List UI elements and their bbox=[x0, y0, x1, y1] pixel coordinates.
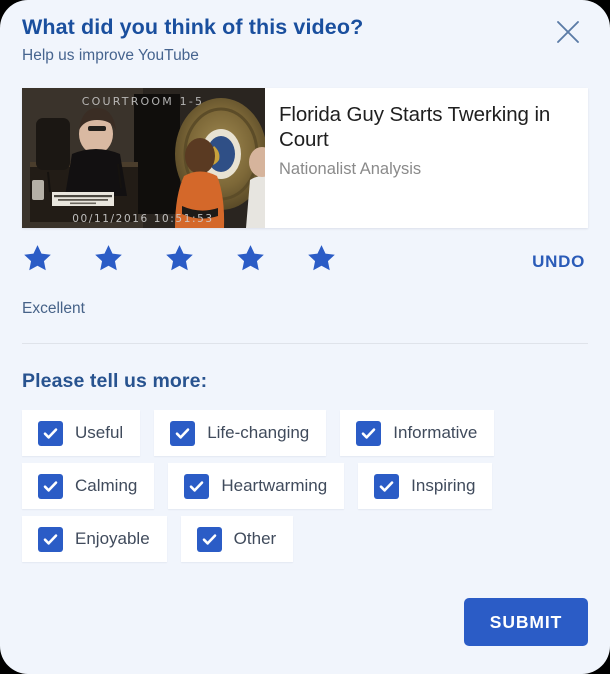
dialog-title: What did you think of this video? bbox=[22, 15, 364, 39]
checkbox-checked-icon[interactable] bbox=[38, 420, 63, 446]
submit-button[interactable]: SUBMIT bbox=[464, 598, 588, 646]
feedback-option-chip[interactable]: Inspiring bbox=[358, 463, 493, 509]
feedback-option-chip[interactable]: Useful bbox=[22, 410, 141, 456]
star-icon[interactable] bbox=[306, 243, 337, 274]
star-icon[interactable] bbox=[93, 243, 124, 274]
checkbox-checked-icon[interactable] bbox=[374, 473, 400, 499]
section-divider bbox=[22, 343, 588, 344]
tell-us-more-heading: Please tell us more: bbox=[22, 370, 208, 392]
star-icon[interactable] bbox=[235, 243, 266, 274]
rating-row: UNDO bbox=[22, 243, 588, 289]
feedback-option-chip[interactable]: Informative bbox=[340, 410, 495, 456]
feedback-option-grid: Useful Life-changing Informative Calming Hea… bbox=[22, 410, 588, 562]
undo-button[interactable]: UNDO bbox=[530, 248, 587, 276]
video-preview-card: COURTROOM 1-5 00/11/2016 10:51:53 Florid… bbox=[22, 88, 588, 228]
checkbox-checked-icon[interactable] bbox=[38, 526, 63, 552]
star-icon[interactable] bbox=[164, 243, 195, 274]
checkbox-checked-icon[interactable] bbox=[184, 473, 210, 499]
feedback-option-chip[interactable]: Heartwarming bbox=[168, 463, 345, 509]
video-thumbnail: COURTROOM 1-5 00/11/2016 10:51:53 bbox=[22, 88, 265, 228]
star-icon[interactable] bbox=[22, 243, 53, 274]
video-title: Florida Guy Starts Twerking in Court bbox=[279, 103, 551, 152]
feedback-option-label: Life-changing bbox=[207, 423, 310, 442]
close-icon[interactable] bbox=[546, 10, 590, 54]
svg-text:COURTROOM 1-5: COURTROOM 1-5 bbox=[82, 95, 204, 108]
feedback-option-label: Inspiring bbox=[411, 476, 476, 495]
feedback-option-label: Useful bbox=[75, 423, 124, 442]
checkbox-checked-icon[interactable] bbox=[196, 526, 222, 552]
video-meta: Florida Guy Starts Twerking in Court Nat… bbox=[265, 88, 588, 228]
checkbox-checked-icon[interactable] bbox=[38, 473, 63, 499]
feedback-option-label: Other bbox=[233, 529, 277, 548]
rating-label: Excellent bbox=[22, 300, 85, 317]
feedback-option-chip[interactable]: Calming bbox=[22, 463, 155, 509]
checkbox-checked-icon[interactable] bbox=[356, 420, 382, 446]
feedback-option-label: Enjoyable bbox=[75, 529, 150, 548]
feedback-option-chip[interactable]: Other bbox=[180, 516, 294, 562]
dialog-subtitle: Help us improve YouTube bbox=[22, 46, 199, 64]
video-feedback-dialog: What did you think of this video? Help u… bbox=[0, 0, 610, 674]
checkbox-checked-icon[interactable] bbox=[170, 420, 196, 446]
star-rating[interactable] bbox=[22, 243, 337, 274]
feedback-option-label: Heartwarming bbox=[221, 476, 328, 495]
svg-text:00/11/2016 10:51:53: 00/11/2016 10:51:53 bbox=[72, 213, 213, 225]
feedback-option-label: Calming bbox=[75, 476, 138, 495]
feedback-option-label: Informative bbox=[393, 423, 478, 442]
video-channel: Nationalist Analysis bbox=[279, 159, 422, 178]
dialog-header: What did you think of this video? Help u… bbox=[22, 14, 588, 67]
feedback-option-chip[interactable]: Life-changing bbox=[154, 410, 327, 456]
feedback-option-chip[interactable]: Enjoyable bbox=[22, 516, 167, 562]
